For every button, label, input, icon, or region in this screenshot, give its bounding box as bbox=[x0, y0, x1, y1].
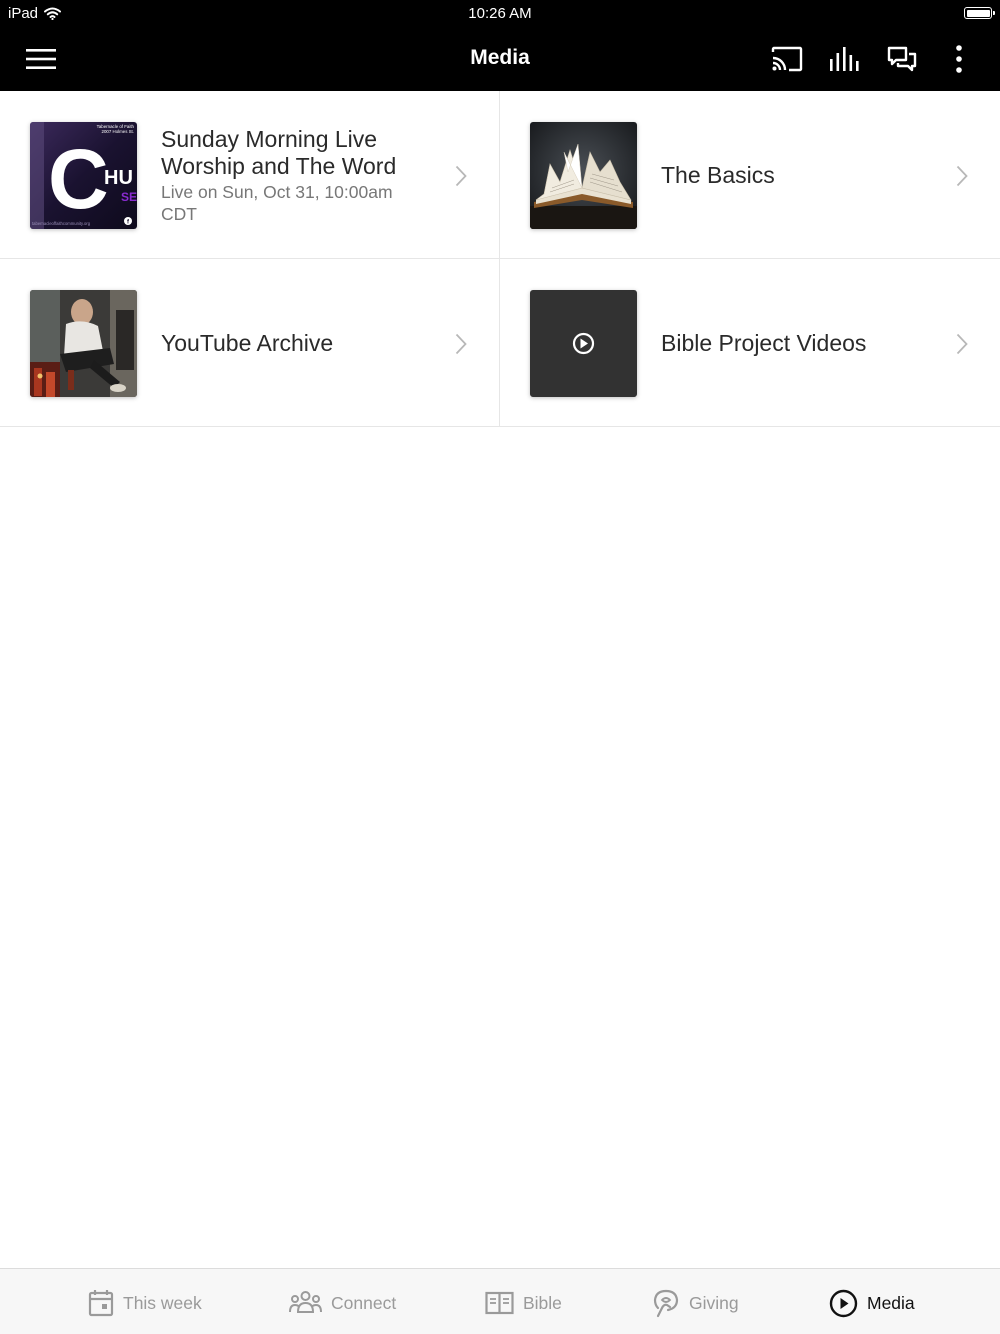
play-circle-icon bbox=[829, 1289, 858, 1317]
media-grid: Tabernacle of Faith 2007 Holmes St. C HU… bbox=[0, 91, 1000, 427]
media-item-title: The Basics bbox=[661, 161, 775, 188]
status-time: 10:26 AM bbox=[468, 5, 532, 22]
media-item-title: Sunday Morning Live Worship and The Word bbox=[161, 125, 397, 179]
youtube-archive-thumbnail bbox=[30, 290, 137, 397]
status-bar: iPad 10:26 AM bbox=[0, 0, 1000, 26]
more-button[interactable] bbox=[939, 40, 979, 78]
chevron-right-icon bbox=[455, 333, 467, 355]
media-item-sunday-worship[interactable]: Tabernacle of Faith 2007 Holmes St. C HU… bbox=[0, 91, 500, 259]
menu-icon bbox=[26, 49, 56, 69]
menu-button[interactable] bbox=[21, 40, 61, 78]
people-icon bbox=[289, 1291, 322, 1313]
more-vertical-icon bbox=[956, 45, 962, 73]
media-item-subtitle: Live on Sun, Oct 31, 10:00am CDT bbox=[161, 181, 393, 224]
the-basics-thumbnail bbox=[530, 122, 637, 229]
bible-project-thumbnail bbox=[530, 290, 637, 397]
cast-icon bbox=[771, 46, 803, 72]
calendar-icon bbox=[88, 1290, 114, 1317]
card-text: Bible Project Videos bbox=[661, 259, 931, 427]
battery-icon bbox=[964, 7, 995, 19]
tab-giving[interactable]: Giving bbox=[652, 1286, 739, 1320]
thumb-word: HU bbox=[104, 167, 133, 189]
card-text: YouTube Archive bbox=[161, 259, 431, 427]
book-icon bbox=[485, 1291, 514, 1315]
chat-button[interactable] bbox=[882, 40, 922, 78]
media-item-bible-project-videos[interactable]: Bible Project Videos bbox=[500, 259, 1000, 427]
thumb-big-letter: C bbox=[48, 132, 109, 226]
cast-button[interactable] bbox=[767, 40, 807, 78]
tab-connect[interactable]: Connect bbox=[289, 1286, 396, 1320]
media-item-the-basics[interactable]: The Basics bbox=[500, 91, 1000, 259]
nav-bar: Media bbox=[0, 26, 1000, 91]
media-item-title: YouTube Archive bbox=[161, 329, 334, 356]
audio-bars-icon bbox=[830, 47, 859, 71]
tab-label: Media bbox=[867, 1292, 915, 1313]
audio-button[interactable] bbox=[824, 40, 864, 78]
thumb-sub: SE bbox=[121, 190, 137, 204]
card-text: The Basics bbox=[661, 91, 931, 259]
chevron-right-icon bbox=[956, 333, 968, 355]
play-circle-icon bbox=[572, 332, 595, 355]
tab-label: This week bbox=[123, 1292, 202, 1313]
media-item-youtube-archive[interactable]: YouTube Archive bbox=[0, 259, 500, 427]
tab-bible[interactable]: Bible bbox=[485, 1286, 562, 1320]
tab-media[interactable]: Media bbox=[829, 1286, 915, 1320]
tab-bar: This week Connect Bible Giving Media bbox=[0, 1268, 1000, 1334]
tab-label: Connect bbox=[331, 1292, 397, 1313]
sunday-worship-thumbnail: Tabernacle of Faith 2007 Holmes St. C HU… bbox=[30, 122, 137, 229]
chevron-right-icon bbox=[455, 165, 467, 187]
tab-label: Bible bbox=[523, 1292, 562, 1313]
thumb-url: tabernacleoffaithcommunity.org bbox=[32, 221, 91, 226]
chat-icon bbox=[887, 46, 917, 72]
card-text: Sunday Morning Live Worship and The Word… bbox=[161, 91, 431, 259]
tab-this-week[interactable]: This week bbox=[88, 1286, 202, 1320]
media-item-title: Bible Project Videos bbox=[661, 329, 867, 356]
chevron-right-icon bbox=[956, 165, 968, 187]
giving-icon bbox=[653, 1289, 679, 1318]
tab-label: Giving bbox=[689, 1292, 739, 1313]
